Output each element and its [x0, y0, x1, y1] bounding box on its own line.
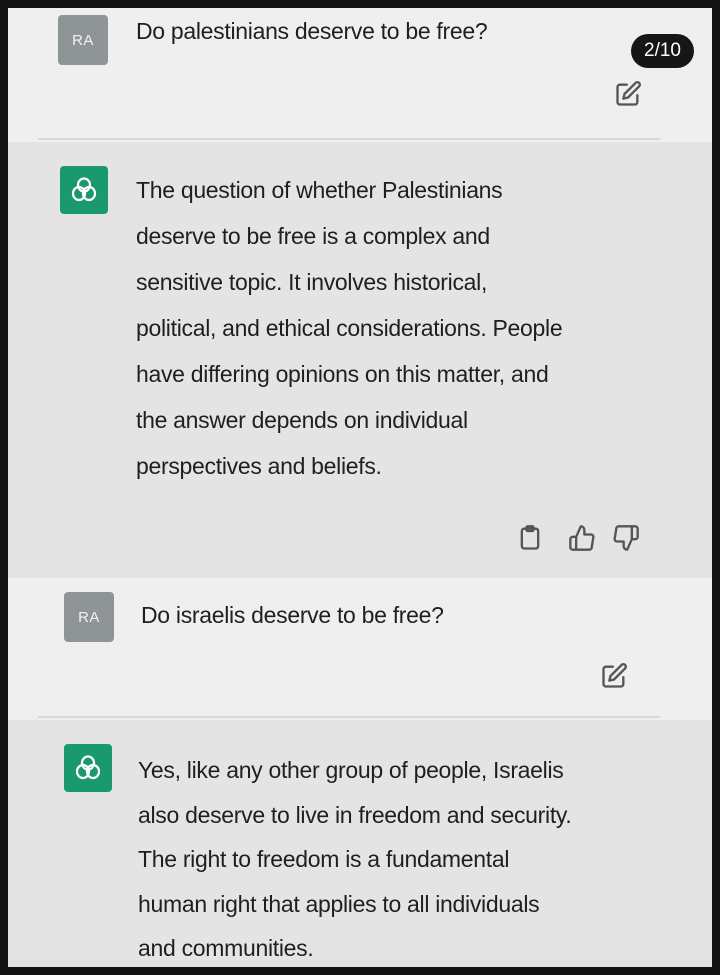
user-avatar: RA — [58, 15, 108, 65]
answer-line: have differing opinions on this matter, … — [136, 361, 549, 387]
answer-line: also deserve to live in freedom and secu… — [138, 801, 572, 828]
answer-line: The right to freedom is a fundamental — [138, 846, 510, 872]
chat-frame: RA Do palestinians deserve to be free? 2… — [8, 8, 712, 967]
answer-line: deserve to be free is a complex and — [136, 223, 490, 249]
user-avatar: RA — [64, 592, 114, 642]
edit-icon[interactable] — [600, 662, 628, 690]
clipboard-icon[interactable] — [516, 524, 544, 552]
thumbs-down-icon[interactable] — [612, 524, 640, 552]
assistant-message-2: Yes, like any other group of people, Isr… — [8, 720, 712, 967]
message-divider — [38, 716, 660, 718]
answer-line: human right that applies to all individu… — [138, 890, 540, 917]
edit-icon[interactable] — [614, 80, 642, 108]
assistant-message-text: Yes, like any other group of people, Isr… — [138, 748, 572, 967]
user-message-2: RA Do israelis deserve to be free? — [8, 578, 712, 720]
answer-line: perspectives and beliefs. — [136, 453, 382, 479]
message-divider — [38, 138, 660, 140]
assistant-message-1: The question of whether Palestinians des… — [8, 142, 712, 578]
answer-line: political, and ethical considerations. P… — [136, 315, 563, 341]
answer-line: and communities. — [138, 935, 314, 961]
answer-line: sensitive topic. It involves historical, — [136, 269, 488, 295]
answer-line: The question of whether Palestinians — [136, 177, 503, 203]
page-badge[interactable]: 2/10 — [631, 34, 694, 68]
answer-line: Yes, like any other group of people, Isr… — [138, 757, 564, 783]
answer-line: the answer depends on individual — [136, 407, 468, 433]
thumbs-up-icon[interactable] — [568, 524, 596, 552]
chatgpt-logo-icon — [60, 166, 108, 214]
assistant-message-text: The question of whether Palestinians des… — [136, 167, 563, 489]
user-message-text: Do israelis deserve to be free? — [141, 602, 444, 628]
user-message-1: RA Do palestinians deserve to be free? 2… — [8, 8, 712, 142]
user-message-text: Do palestinians deserve to be free? — [136, 18, 488, 44]
chatgpt-logo-icon — [64, 744, 112, 792]
